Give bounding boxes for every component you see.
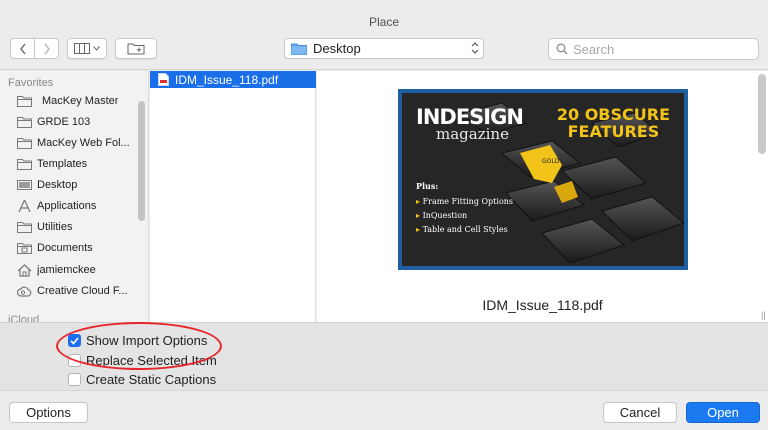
sidebar-scrollbar[interactable] [138, 101, 145, 221]
pdf-file-icon [158, 73, 169, 86]
folder-icon [291, 43, 307, 55]
plus-label: Plus: [416, 181, 439, 191]
cover-bullet: ▸ InQuestion [416, 211, 468, 220]
sidebar-item-label: Creative Cloud F... [37, 285, 128, 297]
sidebar-item-label: Templates [37, 158, 88, 170]
folder-icon [16, 94, 32, 108]
cover-bullet: ▸ Frame Fitting Options [416, 197, 514, 206]
folder-icon [16, 157, 32, 171]
search-icon [556, 43, 568, 55]
cover-headline: 20 OBSCURE FEATURES [557, 106, 670, 141]
folder-icon [16, 115, 32, 129]
sidebar-item-mackey-web-folder[interactable]: MacKey Web Fol... [16, 133, 141, 153]
icloud-heading: iCloud [8, 314, 40, 322]
desktop-icon [16, 178, 32, 192]
back-button[interactable] [11, 39, 34, 58]
sidebar-item-label: Utilities [37, 221, 73, 233]
folder-icon [16, 220, 32, 234]
preview-scrollbar[interactable] [758, 74, 766, 154]
file-name: IDM_Issue_118.pdf [175, 72, 279, 87]
favorites-heading: Favorites [8, 77, 54, 89]
create-static-captions-checkbox[interactable]: Create Static Captions [68, 372, 216, 387]
svg-text:GOLD: GOLD [542, 158, 560, 165]
sidebar-item-label: jamiemckee [37, 264, 96, 276]
chevron-left-icon [19, 43, 26, 54]
documents-icon [16, 241, 32, 255]
sidebar-item-utilities[interactable]: Utilities [16, 217, 141, 237]
cover-bullet: ▸ Table and Cell Styles [416, 225, 508, 234]
dialog-footer: Options Cancel Open [0, 390, 768, 430]
file-row-selected[interactable]: IDM_Issue_118.pdf [150, 71, 316, 88]
document-thumbnail: GOLD INDESIGN magazine 20 OBSCURE FEATUR… [398, 89, 688, 270]
columns-view-icon [74, 43, 90, 54]
sidebar-item-grde-103[interactable]: GRDE 103 [16, 112, 141, 132]
sidebar-item-label: MacKey Master [42, 95, 119, 107]
options-button[interactable]: Options [9, 402, 88, 423]
location-label: Desktop [313, 41, 361, 56]
sidebar-item-label: Documents [37, 242, 93, 254]
new-folder-button[interactable] [115, 38, 157, 59]
sidebar: Favorites MacKey Master GRDE 103 MacKey … [0, 71, 149, 322]
annotation-highlight-oval [56, 322, 222, 370]
location-popup[interactable]: Desktop [284, 38, 484, 59]
cover-contents: Plus: ▸ Frame Fitting Options ▸ InQuesti… [416, 181, 513, 234]
search-field[interactable] [548, 38, 759, 60]
nav-buttons [10, 38, 59, 59]
folder-icon [16, 136, 32, 150]
title-bar: Place Desktop [0, 0, 768, 70]
cancel-button[interactable]: Cancel [603, 402, 677, 423]
open-button[interactable]: Open [686, 402, 760, 423]
applications-icon [16, 199, 32, 213]
magazine-logo: INDESIGN magazine [416, 107, 524, 143]
preview-filename: IDM_Issue_118.pdf [482, 297, 603, 313]
brand-line-2: magazine [436, 125, 509, 143]
new-folder-icon [127, 43, 145, 55]
cover-artwork: GOLD INDESIGN magazine 20 OBSCURE FEATUR… [402, 93, 684, 266]
chevron-right-icon [43, 43, 50, 54]
sidebar-item-creative-cloud-files[interactable]: Creative Cloud F... [16, 281, 141, 301]
sidebar-item-applications[interactable]: Applications [16, 196, 141, 216]
view-mode-button[interactable] [67, 38, 107, 59]
sidebar-item-jamiemckee[interactable]: jamiemckee [16, 260, 141, 280]
home-icon [16, 263, 32, 277]
creative-cloud-icon [16, 284, 32, 298]
sidebar-item-label: Applications [37, 200, 97, 212]
checkbox-label: Create Static Captions [86, 372, 217, 387]
sidebar-item-desktop[interactable]: Desktop [16, 175, 141, 195]
forward-button[interactable] [34, 39, 58, 58]
sidebar-item-templates[interactable]: Templates [16, 154, 141, 174]
headline-line-2: FEATURES [567, 121, 660, 141]
sidebar-item-label: MacKey Web Fol... [37, 137, 130, 149]
chevron-down-icon [93, 46, 100, 51]
up-down-chevron-icon [471, 42, 479, 54]
checkbox-box[interactable] [68, 373, 81, 386]
sidebar-item-documents[interactable]: Documents [16, 238, 141, 258]
search-input[interactable] [573, 41, 743, 57]
sidebar-item-mackey-master[interactable]: MacKey Master [16, 91, 141, 111]
column-resize-handle[interactable]: || [761, 310, 766, 320]
file-list-column: IDM_Issue_118.pdf [150, 71, 316, 322]
sidebar-item-label: GRDE 103 [37, 116, 91, 128]
sidebar-item-label: Desktop [37, 179, 78, 191]
window-title: Place [368, 15, 400, 29]
